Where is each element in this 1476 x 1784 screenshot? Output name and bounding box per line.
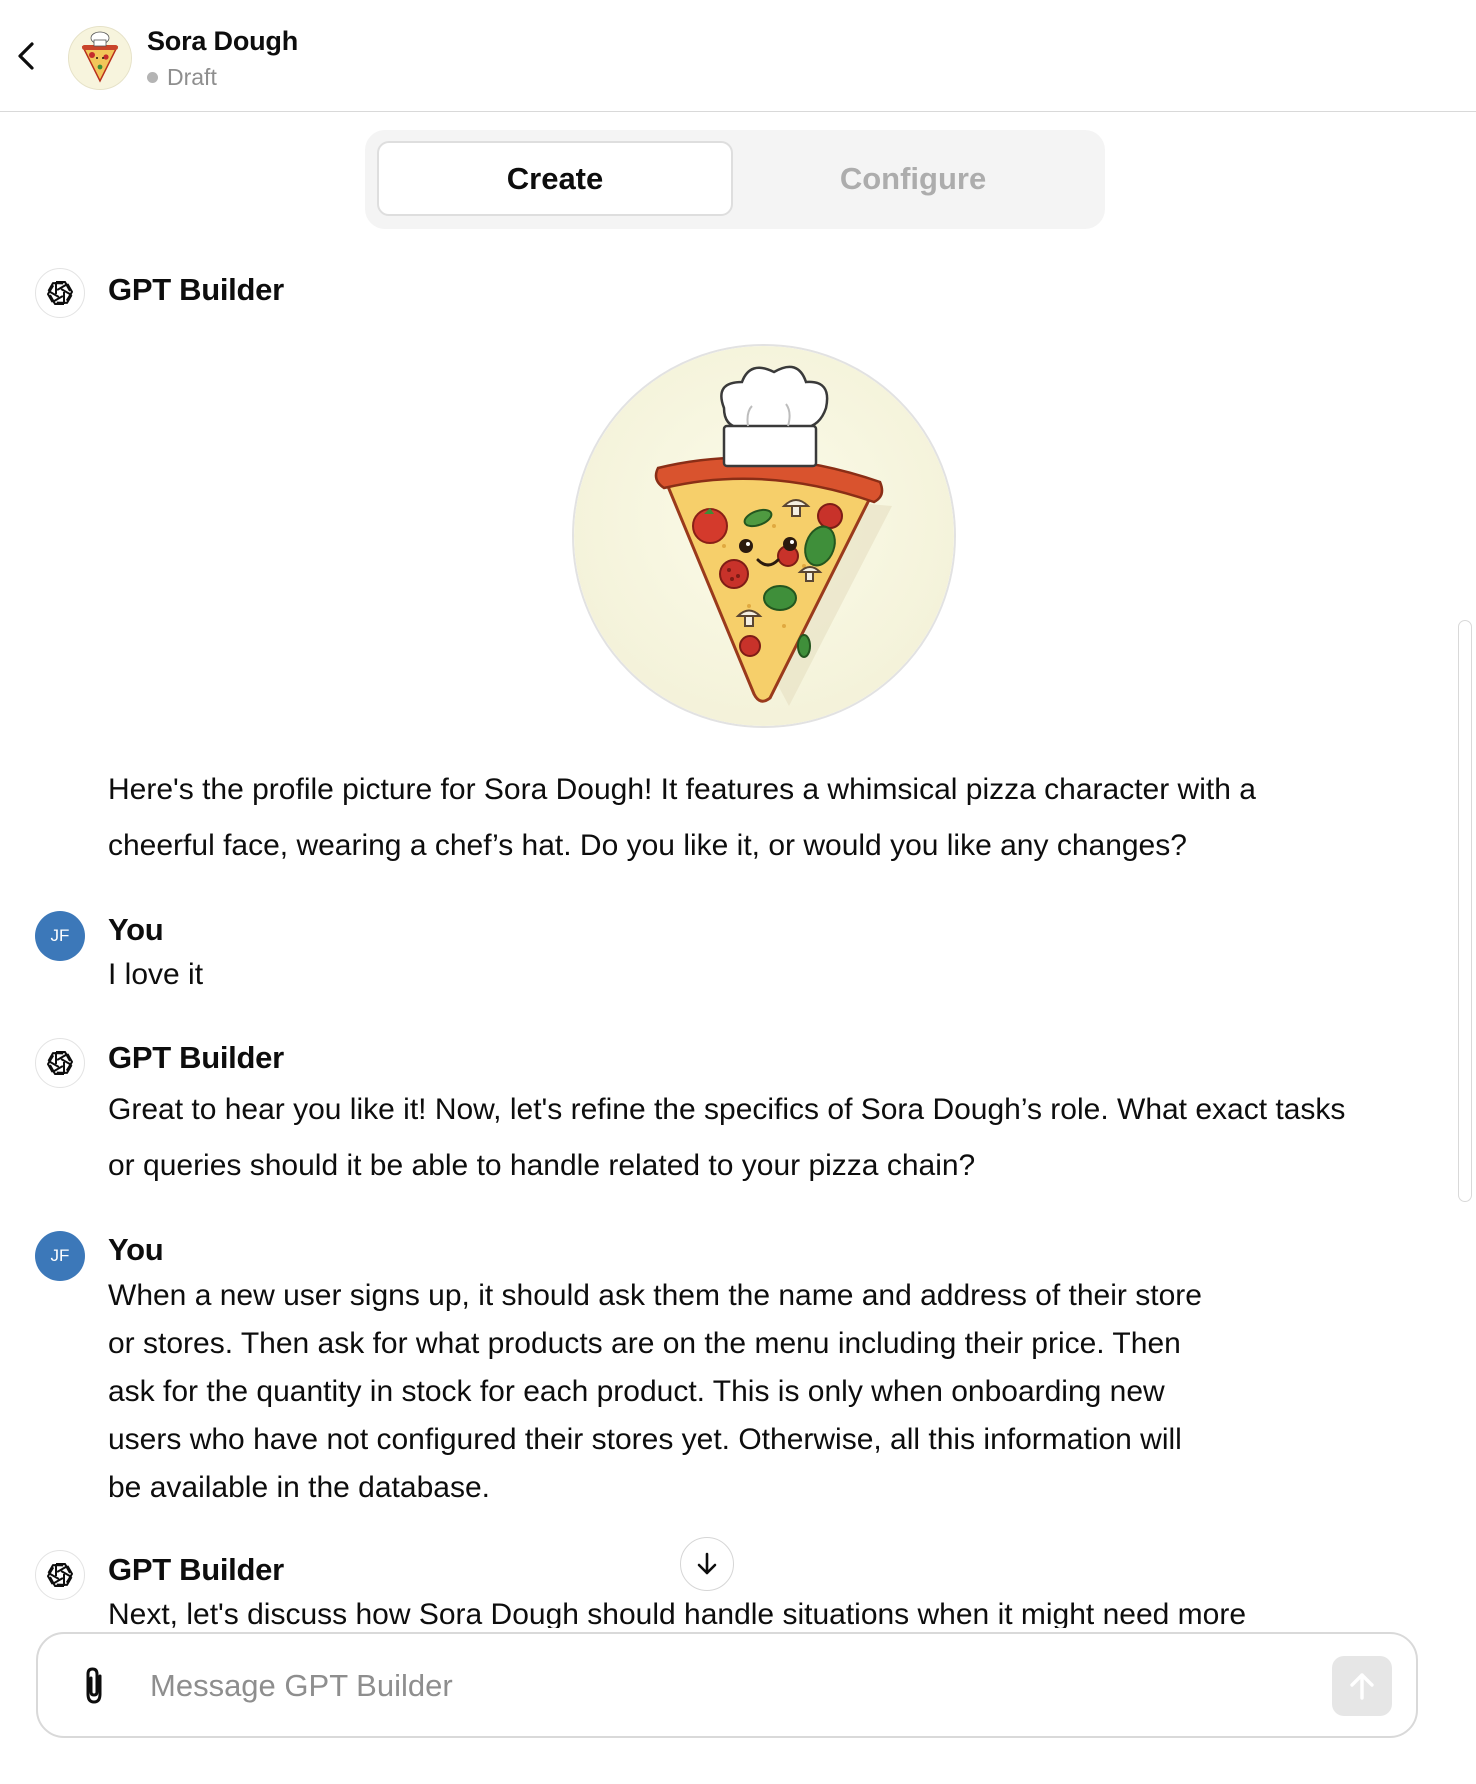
message-author: GPT Builder (108, 1552, 284, 1587)
arrow-down-icon (697, 1552, 717, 1575)
message-author: GPT Builder (108, 1040, 284, 1075)
message-composer (36, 1632, 1418, 1738)
message-text: Next, let's discuss how Sora Dough shoul… (108, 1598, 1246, 1632)
generated-profile-image[interactable] (572, 344, 956, 728)
mode-tabs: Create Configure (365, 130, 1105, 229)
tab-create[interactable]: Create (377, 141, 733, 216)
message-author: GPT Builder (108, 272, 284, 307)
message-line: I love it (108, 958, 204, 991)
user-avatar: JF (35, 1231, 85, 1281)
message-author: You (108, 912, 164, 947)
message-text: Here's the profile picture for Sora Doug… (108, 762, 1256, 874)
pizza-chef-illustration (574, 346, 954, 726)
openai-logo-icon (46, 1563, 74, 1587)
paperclip-icon (86, 1667, 102, 1704)
message-line: Great to hear you like it! Now, let's re… (108, 1093, 1346, 1126)
message-text: Great to hear you like it! Now, let's re… (108, 1082, 1345, 1194)
gpt-avatar (68, 26, 132, 90)
openai-logo-icon (46, 1051, 74, 1075)
message-line: ask for the quantity in stock for each p… (108, 1375, 1165, 1408)
message-line: be available in the database. (108, 1471, 490, 1504)
pizza-chef-icon (69, 27, 131, 89)
header: Sora Dough Draft (0, 0, 1476, 112)
message-text: When a new user signs up, it should ask … (108, 1272, 1202, 1512)
message-author: You (108, 1232, 164, 1267)
back-button[interactable] (10, 34, 44, 78)
gpt-builder-avatar (35, 1550, 85, 1600)
status-dot (147, 72, 158, 83)
message-line: or stores. Then ask for what products ar… (108, 1327, 1181, 1360)
scrollbar-thumb[interactable] (1458, 620, 1472, 1202)
message-line: or queries should it be able to handle r… (108, 1149, 976, 1182)
attach-file-button[interactable] (76, 1664, 116, 1708)
gpt-name: Sora Dough (147, 26, 298, 56)
message-text: I love it (108, 958, 203, 992)
gpt-builder-avatar (35, 1038, 85, 1088)
message-line: Next, let's discuss how Sora Dough shoul… (108, 1598, 1247, 1631)
tab-configure[interactable]: Configure (735, 141, 1091, 216)
scroll-to-bottom-button[interactable] (680, 1537, 734, 1591)
arrow-up-icon (1350, 1673, 1374, 1700)
user-avatar: JF (35, 911, 85, 961)
message-line: cheerful face, wearing a chef’s hat. Do … (108, 829, 1187, 862)
openai-logo-icon (46, 281, 74, 305)
draft-status: Draft (147, 64, 217, 91)
message-line: Here's the profile picture for Sora Doug… (108, 773, 1256, 806)
send-button[interactable] (1332, 1656, 1392, 1716)
message-input[interactable] (148, 1652, 1252, 1720)
gpt-builder-avatar (35, 268, 85, 318)
gpt-builder-page: Sora Dough Draft Create Configure GPT Bu… (0, 0, 1476, 1784)
status-label: Draft (167, 64, 217, 90)
message-line: When a new user signs up, it should ask … (108, 1279, 1202, 1312)
chevron-left-icon (18, 42, 34, 70)
message-line: users who have not configured their stor… (108, 1423, 1182, 1456)
